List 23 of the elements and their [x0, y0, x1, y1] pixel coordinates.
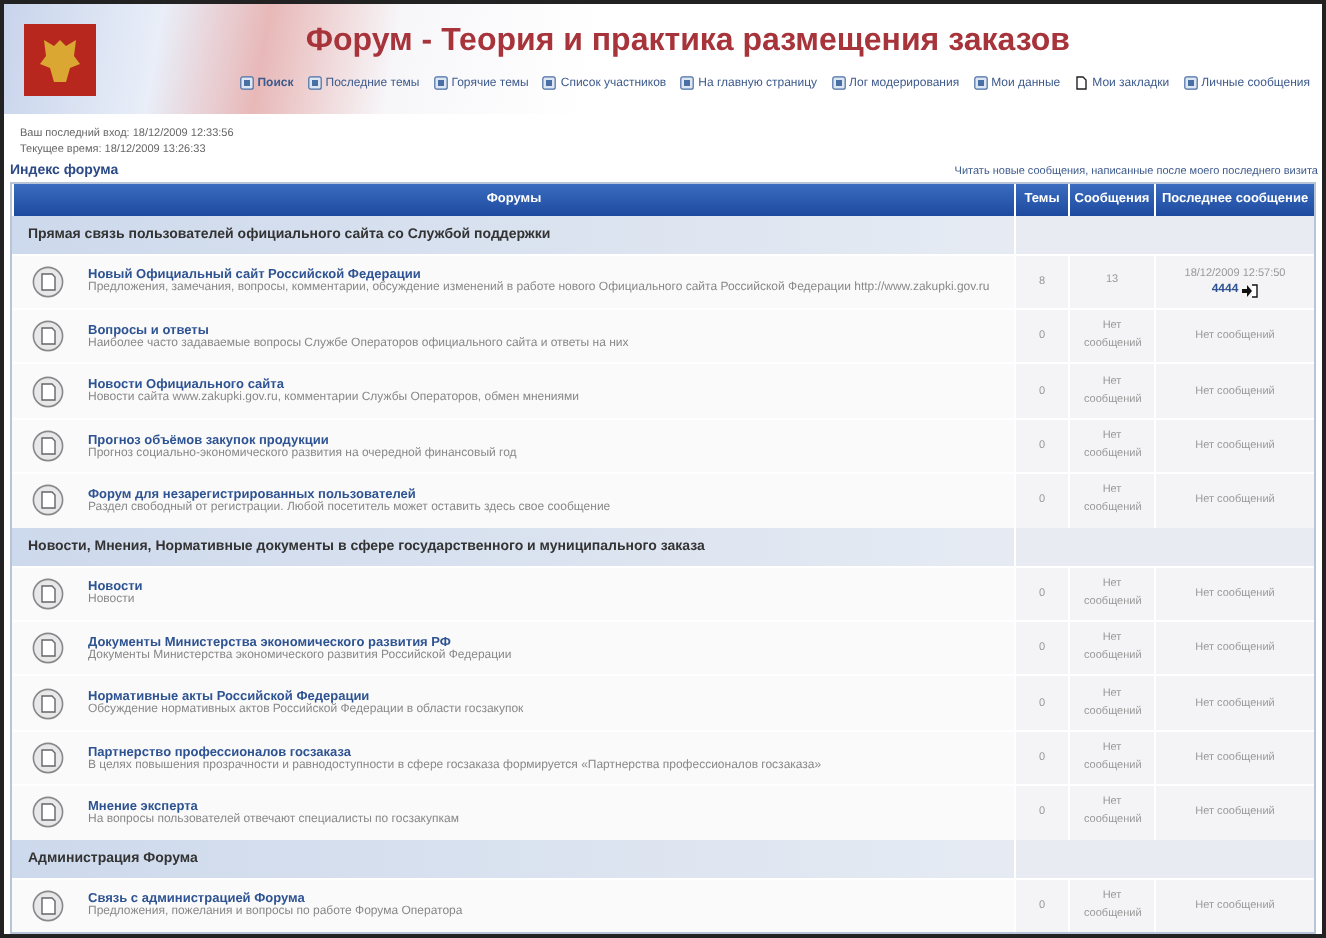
nav-icon: [307, 76, 322, 90]
forum-icon: [32, 320, 64, 353]
nav-icon: [433, 76, 448, 90]
forum-icon: [32, 632, 64, 665]
forum-icon: [32, 742, 64, 775]
forum-icon: [32, 375, 64, 408]
emblem-logo: [24, 24, 96, 96]
page-icon: [1074, 76, 1089, 90]
forum-icon: [32, 484, 64, 517]
go-to-post-icon[interactable]: [1242, 283, 1259, 298]
forum-icon: [32, 687, 64, 720]
forum-icon: [32, 889, 64, 922]
nav-icon: [973, 76, 988, 90]
forum-icon: [32, 796, 64, 829]
nav-icon: [680, 76, 695, 90]
nav-icon: [1183, 76, 1198, 90]
nav-icon: [831, 76, 846, 90]
nav-icon: [542, 76, 557, 90]
forum-title: Форум - Теория и практика размещения заказов: [305, 24, 1070, 60]
forum-icon: [32, 577, 64, 610]
forum-icon: [32, 430, 64, 463]
nav-icon: [239, 76, 254, 90]
forum-icon: [32, 265, 64, 298]
